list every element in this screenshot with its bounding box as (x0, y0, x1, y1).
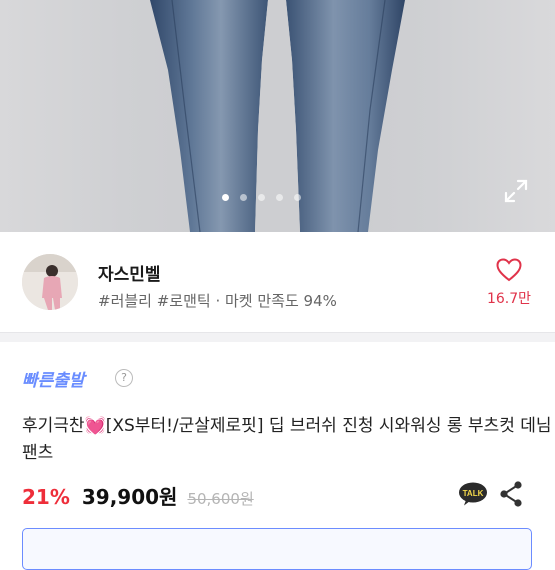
product-image-carousel[interactable] (0, 0, 555, 232)
heart-emoji-icon: 💓 (84, 416, 106, 436)
carousel-pagination[interactable] (222, 194, 301, 201)
fast-shipping-badge: 빠른출발 (22, 371, 85, 391)
carousel-dot[interactable] (222, 194, 229, 201)
product-title: 후기극찬💓[XS부터!/군살제로핏] 딥 브러쉬 진청 시와워싱 롱 부츠컷 데… (22, 413, 552, 467)
seller-tags: #러블리 #로맨틱 · 마켓 만족도 94% (98, 292, 337, 310)
favorite-count: 16.7만 (486, 291, 532, 307)
carousel-dot[interactable] (276, 194, 283, 201)
sale-price: 39,900원 (81, 485, 178, 509)
kakao-talk-icon[interactable]: TALK (458, 482, 488, 506)
original-price: 50,600원 (187, 490, 254, 508)
help-icon[interactable]: ? (115, 369, 133, 387)
discount-rate: 21% (22, 485, 70, 509)
seller-row[interactable]: 자스민벨 #러블리 #로맨틱 · 마켓 만족도 94% 16.7만 (0, 232, 555, 332)
expand-icon[interactable] (503, 178, 529, 204)
carousel-dot[interactable] (258, 194, 265, 201)
carousel-dot[interactable] (240, 194, 247, 201)
section-divider (0, 332, 555, 342)
seller-avatar[interactable] (22, 254, 78, 310)
title-prefix: 후기극찬 (22, 416, 85, 436)
option-select-box[interactable] (22, 528, 532, 570)
seller-avatar-image (22, 254, 78, 310)
heart-outline-icon (496, 258, 522, 282)
favorite-button[interactable]: 16.7만 (484, 258, 534, 308)
carousel-dot[interactable] (294, 194, 301, 201)
talk-label: TALK (463, 489, 484, 498)
seller-name[interactable]: 자스민벨 (98, 260, 161, 285)
share-icon[interactable] (498, 480, 524, 508)
price-row: 21% 39,900원 50,600원 (22, 481, 254, 511)
